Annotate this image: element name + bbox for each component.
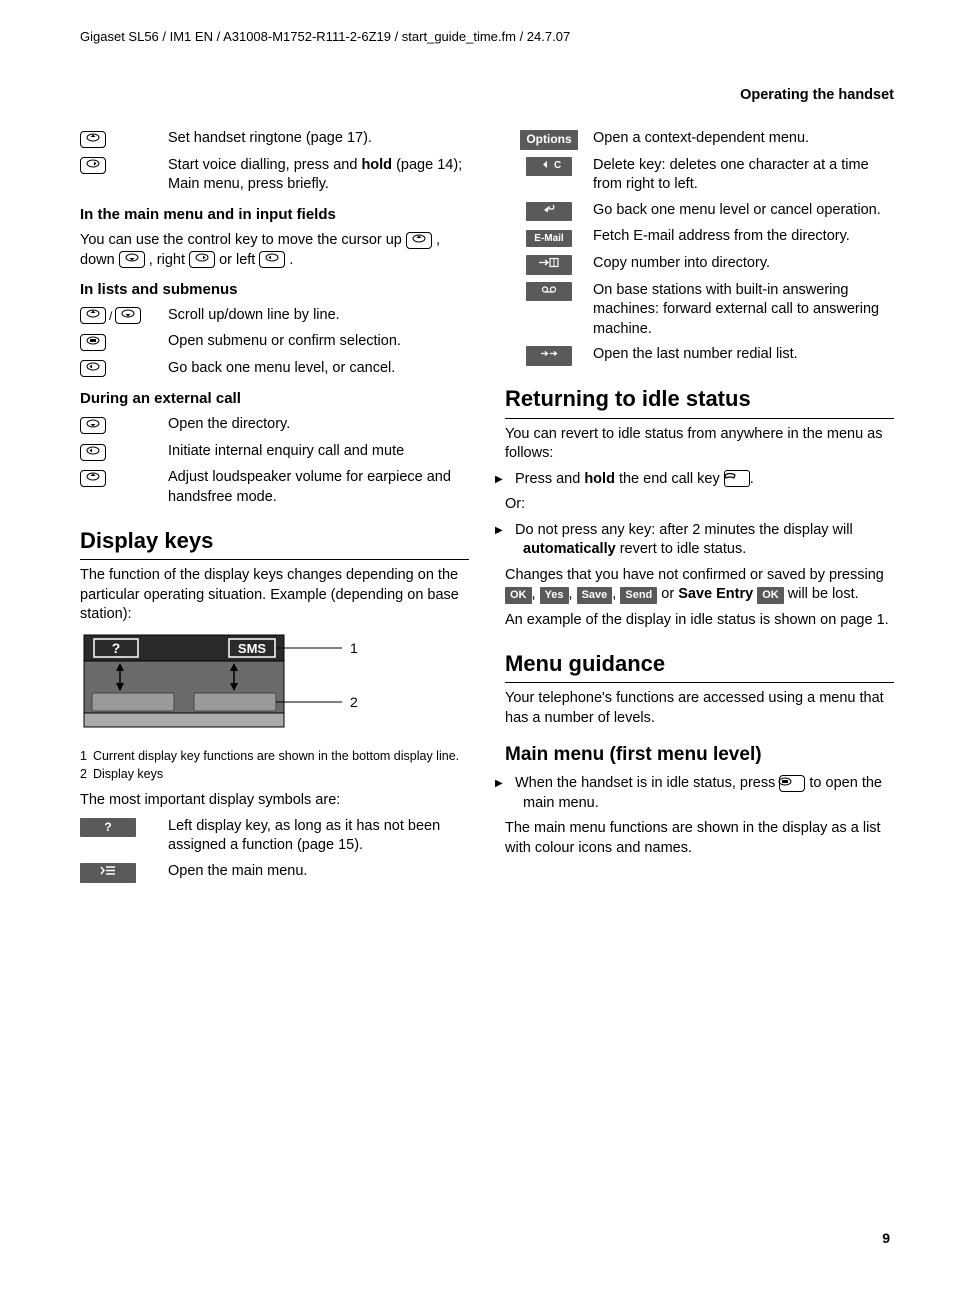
section-title: Operating the handset (80, 86, 894, 106)
paragraph: You can revert to idle status from anywh… (505, 425, 894, 464)
bullet-item: Do not press any key: after 2 minutes th… (505, 521, 894, 560)
control-key-center-icon (80, 334, 106, 351)
display-key-question-icon: ? (80, 818, 136, 838)
paragraph: The most important display symbols are: (80, 791, 469, 811)
desc-text: Initiate internal enquiry call and mute (168, 442, 469, 462)
email-key-icon: E-Mail (526, 230, 572, 247)
svg-text:2: 2 (350, 694, 358, 710)
desc-text: Go back one menu level or cancel operati… (593, 201, 894, 221)
paragraph: The main menu functions are shown in the… (505, 819, 894, 858)
desc-text: Start voice dialling, press and hold (pa… (168, 156, 469, 195)
yes-badge: Yes (540, 587, 569, 603)
bullet-item: Press and hold the end call key . (505, 470, 894, 490)
save-badge: Save (577, 587, 613, 603)
redial-list-icon (526, 346, 572, 366)
send-badge: Send (620, 587, 657, 603)
svg-text:C: C (554, 160, 561, 171)
paragraph: Or: (505, 495, 894, 515)
desc-text: Go back one menu level, or cancel. (168, 359, 469, 379)
paragraph: The function of the display keys changes… (80, 566, 469, 625)
end-call-key-icon (724, 470, 750, 487)
back-key-icon (526, 202, 572, 222)
heading-menu-guidance: Menu guidance (505, 649, 894, 684)
right-column: Options Open a context-dependent menu. C… (505, 129, 894, 888)
svg-text:?: ? (112, 640, 121, 656)
desc-text: Open submenu or confirm selection. (168, 332, 469, 352)
control-key-left-icon (80, 360, 106, 377)
heading-display-keys: Display keys (80, 526, 469, 561)
desc-text: Copy number into directory. (593, 254, 894, 274)
display-keys-diagram: ? SMS 1 (84, 635, 284, 740)
bullet-item: When the handset is in idle status, pres… (505, 774, 894, 813)
desc-text: Delete key: deletes one character at a t… (593, 156, 894, 195)
control-key-down-icon (80, 417, 106, 434)
page-number: 9 (882, 1229, 890, 1248)
options-key-icon: Options (520, 130, 577, 150)
ok-badge: OK (505, 587, 532, 603)
control-key-up-icon (80, 307, 106, 324)
heading-main-menu: Main menu (first menu level) (505, 742, 894, 768)
control-key-up-icon (80, 131, 106, 148)
control-key-up-icon (406, 232, 432, 249)
svg-text:1: 1 (350, 640, 358, 656)
control-key-left-icon (259, 251, 285, 268)
ok-badge: OK (757, 587, 784, 603)
desc-text: Scroll up/down line by line. (168, 306, 469, 326)
header-file-path: Gigaset SL56 / IM1 EN / A31008-M1752-R11… (80, 28, 894, 46)
desc-text: Adjust loudspeaker volume for earpiece a… (168, 468, 469, 507)
desc-text: Fetch E-mail address from the directory. (593, 227, 894, 247)
paragraph: Your telephone's functions are accessed … (505, 689, 894, 728)
control-key-right-icon (80, 157, 106, 174)
diagram-callouts: 1Current display key functions are shown… (80, 748, 469, 784)
control-key-down-icon (119, 251, 145, 268)
heading-returning-idle: Returning to idle status (505, 384, 894, 419)
desc-text: Open the last number redial list. (593, 345, 894, 365)
display-key-menu-icon (80, 863, 136, 883)
left-column: Set handset ringtone (page 17). Start vo… (80, 129, 469, 888)
desc-text: Open the directory. (168, 415, 469, 435)
subheading: In lists and submenus (80, 280, 469, 300)
paragraph: Changes that you have not confirmed or s… (505, 566, 894, 605)
desc-text: Open the main menu. (168, 862, 469, 882)
paragraph: An example of the display in idle status… (505, 611, 894, 631)
desc-text: Left display key, as long as it has not … (168, 817, 469, 856)
paragraph: You can use the control key to move the … (80, 231, 469, 270)
control-key-center-icon (779, 775, 805, 792)
control-key-left-icon (80, 444, 106, 461)
desc-text: On base stations with built-in answering… (593, 281, 894, 340)
desc-text: Open a context-dependent menu. (593, 129, 894, 149)
svg-text:SMS: SMS (238, 641, 267, 656)
control-key-down-icon (115, 307, 141, 324)
delete-key-icon: C (526, 157, 572, 177)
subheading: During an external call (80, 389, 469, 409)
control-key-up-icon (80, 470, 106, 487)
control-key-right-icon (189, 251, 215, 268)
copy-to-directory-icon (526, 255, 572, 275)
answering-machine-icon (526, 282, 572, 302)
subheading: In the main menu and in input fields (80, 205, 469, 225)
desc-text: Set handset ringtone (page 17). (168, 129, 469, 149)
document-page: Gigaset SL56 / IM1 EN / A31008-M1752-R11… (0, 0, 954, 1280)
